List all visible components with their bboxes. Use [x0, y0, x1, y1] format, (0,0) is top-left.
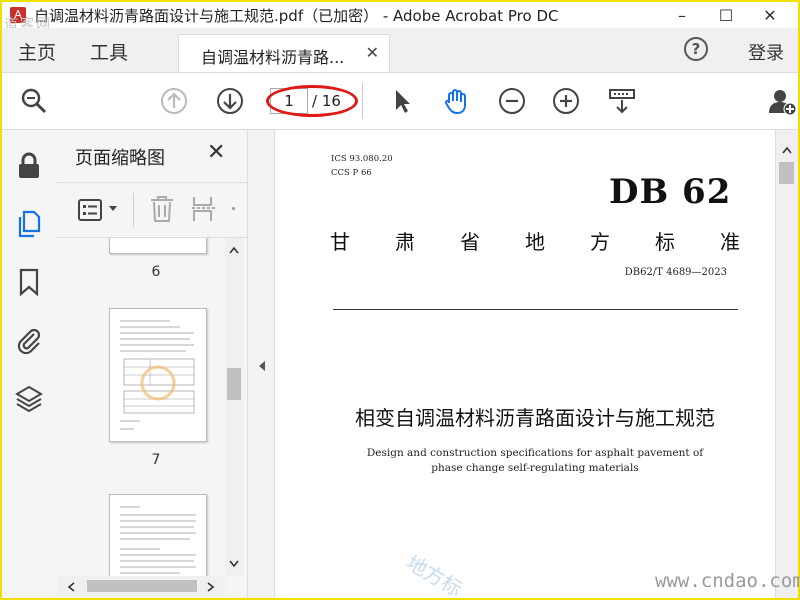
close-window-button[interactable]: ✕	[748, 2, 792, 28]
vertical-scroll-thumb[interactable]	[227, 368, 241, 400]
tab-home[interactable]: 主页	[18, 38, 56, 65]
page-thumbnails-icon[interactable]	[15, 210, 43, 238]
scroll-up-arrow-icon[interactable]	[229, 246, 239, 254]
heading-char: 肃	[395, 230, 415, 254]
page-thumbnail[interactable]	[109, 308, 207, 442]
layers-icon[interactable]	[15, 384, 43, 412]
thumbnail-page-label: 6	[151, 264, 161, 280]
heading-char: 方	[590, 230, 610, 254]
site-watermark: www.cndao.com	[655, 570, 800, 592]
thumbnail-vertical-scrollbar[interactable]	[225, 238, 243, 576]
heading-char: 地	[525, 230, 545, 254]
heading-char: 标	[655, 230, 675, 254]
province-standard-heading: 甘 肃 省 地 方 标 准	[330, 226, 740, 255]
share-user-icon[interactable]	[768, 87, 796, 115]
search-icon[interactable]	[20, 87, 48, 115]
close-tab-button[interactable]: ✕	[366, 43, 379, 62]
doc-scroll-thumb[interactable]	[779, 162, 794, 184]
thumbnail-page-preview	[120, 506, 196, 574]
panel-tools	[57, 182, 247, 238]
extract-page-icon[interactable]	[191, 195, 217, 223]
heading-char: 准	[720, 230, 740, 254]
title-bar: A 自调温材料沥青路面设计与施工规范.pdf（已加密） - Adobe Acro…	[2, 2, 798, 28]
help-icon[interactable]: ?	[684, 37, 708, 61]
scroll-down-arrow-icon[interactable]	[229, 560, 239, 568]
panel-title: 页面缩略图	[75, 148, 165, 169]
login-button[interactable]: 登录	[748, 39, 784, 65]
standard-db-mark: DB 62	[609, 172, 732, 212]
thumbnail-list: 6 7	[57, 238, 225, 576]
minimize-button[interactable]: –	[660, 2, 704, 28]
ccs-code: CCS P 66	[331, 168, 372, 178]
thumbnail-horizontal-scrollbar[interactable]	[57, 576, 225, 596]
marquee-zoom-icon[interactable]	[608, 87, 636, 115]
window-title: 自调温材料沥青路面设计与施工规范.pdf（已加密） - Adobe Acroba…	[34, 6, 559, 25]
doc-scroll-up-arrow-icon[interactable]	[782, 146, 792, 154]
document-title-en-line1: Design and construction specifications f…	[366, 447, 704, 459]
document-title-cn: 相变自调温材料沥青路面设计与施工规范	[355, 406, 715, 430]
chevron-down-icon[interactable]	[108, 205, 118, 213]
more-tools-dot[interactable]	[232, 207, 235, 210]
page-thumbnail[interactable]	[109, 494, 207, 576]
tab-tools[interactable]: 工具	[90, 38, 128, 65]
close-panel-button[interactable]: ✕	[207, 140, 225, 165]
lock-icon[interactable]	[15, 152, 43, 180]
panel-tools-separator	[133, 193, 134, 227]
page-thumbnail[interactable]	[109, 238, 207, 254]
thumbnail-page-label: 7	[151, 452, 161, 468]
toolbar: 1 / 16	[2, 73, 798, 130]
left-rail	[2, 130, 58, 598]
header-rule	[333, 309, 738, 310]
panel-collapse-handle[interactable]	[247, 130, 275, 598]
previous-page-icon[interactable]	[160, 87, 188, 115]
scroll-right-arrow-icon[interactable]	[207, 582, 215, 592]
document-page[interactable]: ICS 93.080.20 CCS P 66 DB 62 甘 肃 省 地 方 标…	[275, 130, 775, 598]
select-arrow-icon[interactable]	[388, 87, 416, 115]
collapse-arrow-icon[interactable]	[258, 360, 266, 372]
zoom-out-icon[interactable]	[498, 87, 526, 115]
scroll-left-arrow-icon[interactable]	[67, 582, 75, 592]
tab-document[interactable]: 自调温材料沥青路... ✕	[178, 34, 390, 72]
highlight-ellipse	[266, 85, 358, 117]
heading-char: 甘	[330, 230, 350, 254]
toolbar-separator	[362, 83, 363, 119]
document-vertical-scrollbar[interactable]	[775, 130, 798, 598]
thumbnail-panel: 页面缩略图 ✕ 6 7	[57, 130, 247, 598]
attachment-icon[interactable]	[15, 326, 43, 354]
heading-char: 省	[460, 230, 480, 254]
thumbnail-options-icon[interactable]	[77, 197, 105, 223]
thumbnail-page-preview	[120, 320, 195, 430]
diagonal-watermark: 地方标	[402, 550, 467, 598]
window-controls: – ☐ ✕	[660, 2, 792, 28]
hand-tool-icon[interactable]	[442, 87, 470, 115]
bookmark-icon[interactable]	[15, 268, 43, 296]
next-page-icon[interactable]	[216, 87, 244, 115]
document-tab-label: 自调温材料沥青路...	[201, 48, 345, 67]
ics-code: ICS 93.080.20	[331, 154, 393, 164]
tab-bar: 主页 工具 自调温材料沥青路... ✕ ? 登录	[2, 28, 798, 73]
document-title-en-line2: phase change self-regulating materials	[431, 462, 639, 474]
horizontal-scroll-thumb[interactable]	[87, 580, 197, 592]
maximize-button[interactable]: ☐	[704, 2, 748, 28]
standard-number: DB62/T 4689—2023	[624, 267, 727, 278]
delete-page-icon[interactable]	[149, 195, 175, 223]
zoom-in-icon[interactable]	[552, 87, 580, 115]
